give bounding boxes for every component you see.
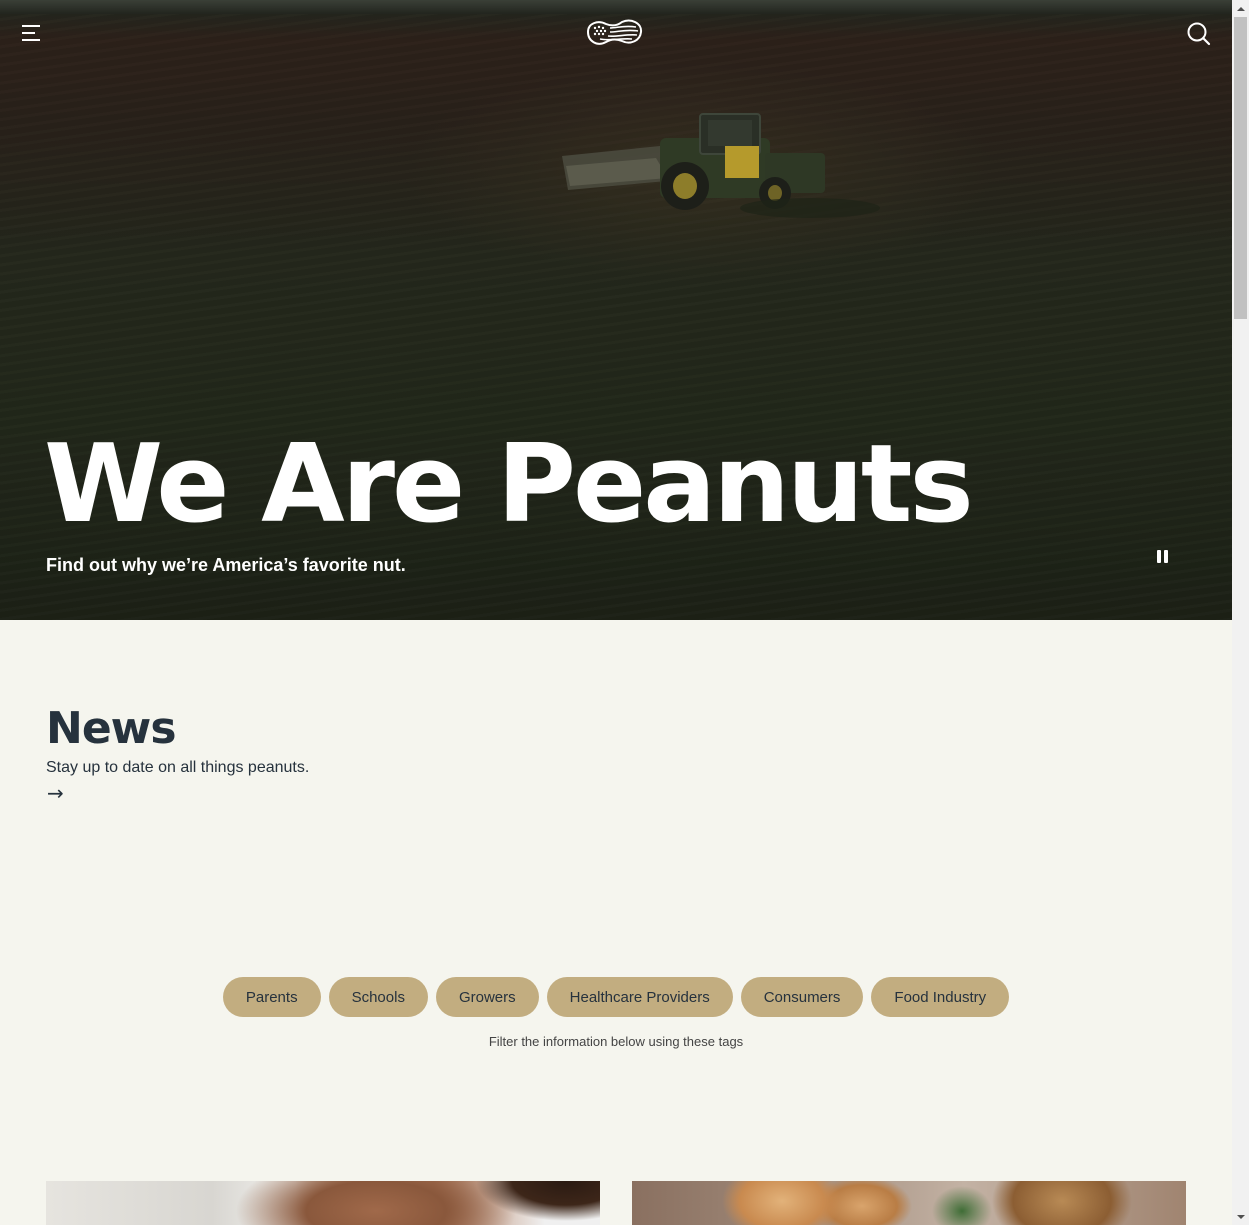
filter-tags: Parents Schools Growers Healthcare Provi… — [0, 977, 1232, 1017]
tag-growers[interactable]: Growers — [435, 977, 539, 1017]
content-card-image-left[interactable] — [46, 1181, 600, 1225]
tractor-image — [562, 113, 880, 218]
tag-healthcare-providers[interactable]: Healthcare Providers — [546, 977, 733, 1017]
tags-hint-text: Filter the information below using these… — [488, 1034, 744, 1049]
news-arrow-link[interactable]: → — [47, 781, 64, 805]
tag-parents[interactable]: Parents — [222, 977, 321, 1017]
content-card-image-right[interactable] — [632, 1181, 1186, 1225]
search-icon[interactable] — [1184, 19, 1212, 47]
page-scrollbar[interactable] — [1232, 0, 1249, 1225]
scroll-up-arrow-icon[interactable] — [1232, 0, 1249, 17]
pause-icon[interactable] — [1152, 545, 1172, 567]
news-subtitle: Stay up to date on all things peanuts. — [46, 759, 310, 776]
tag-schools[interactable]: Schools — [328, 977, 428, 1017]
peanut-flag-logo[interactable] — [584, 16, 644, 48]
hero-title: We Are Peanuts — [44, 422, 974, 547]
hero-banner: We Are Peanuts Find out why we’re Americ… — [0, 0, 1232, 620]
tag-food-industry[interactable]: Food Industry — [871, 977, 1010, 1017]
news-heading: News — [46, 703, 177, 754]
scroll-down-arrow-icon[interactable] — [1232, 1208, 1249, 1225]
scrollbar-thumb[interactable] — [1234, 17, 1247, 319]
hero-subtitle: Find out why we’re America’s favorite nu… — [46, 555, 406, 575]
hamburger-menu-icon[interactable] — [22, 20, 50, 46]
tag-consumers[interactable]: Consumers — [740, 977, 864, 1017]
